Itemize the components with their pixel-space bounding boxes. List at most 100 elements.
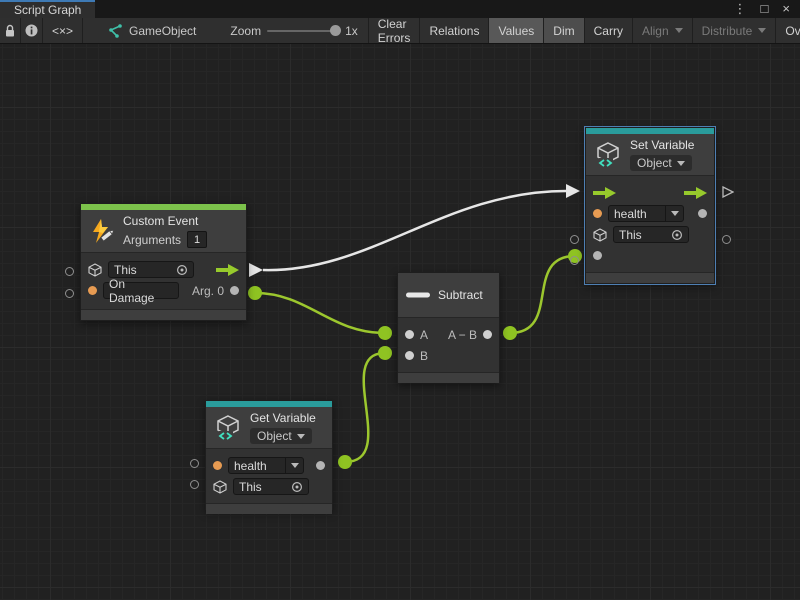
zoom-label: Zoom bbox=[230, 24, 261, 38]
cube-icon bbox=[213, 480, 227, 494]
node-footer bbox=[81, 309, 246, 320]
flow-output-port[interactable] bbox=[216, 264, 239, 276]
node-title: Custom Event bbox=[123, 214, 207, 228]
lock-icon bbox=[4, 24, 16, 38]
wire-endpoint bbox=[338, 455, 352, 469]
outer-port[interactable] bbox=[190, 480, 199, 489]
wire-endpoint bbox=[248, 286, 262, 300]
node-subtract[interactable]: Subtract A A − B B bbox=[397, 272, 500, 383]
outer-port[interactable] bbox=[722, 235, 731, 244]
zoom-slider-knob[interactable] bbox=[330, 25, 341, 36]
zoom-value: 1x bbox=[345, 24, 358, 38]
variable-dropdown[interactable]: health bbox=[608, 205, 684, 222]
value-output-port[interactable] bbox=[316, 461, 325, 470]
arguments-input[interactable]: 1 bbox=[187, 231, 207, 248]
variable-cube-icon bbox=[594, 141, 622, 169]
custom-event-icon bbox=[89, 218, 115, 244]
dim-button[interactable]: Dim bbox=[543, 18, 583, 43]
caret-down-icon bbox=[675, 28, 683, 33]
carry-button[interactable]: Carry bbox=[584, 18, 632, 43]
node-title: Subtract bbox=[438, 288, 483, 302]
align-button[interactable]: Align bbox=[632, 18, 692, 43]
scope-dropdown[interactable]: Object bbox=[630, 155, 692, 171]
wire-arg0-to-subtract-a[interactable] bbox=[255, 293, 385, 333]
wire-start-arrow-icon bbox=[249, 263, 263, 277]
node-custom-event[interactable]: Custom Event Arguments 1 This bbox=[80, 203, 247, 321]
outer-port[interactable] bbox=[570, 235, 579, 244]
inspect-button[interactable] bbox=[21, 18, 43, 43]
variable-name-port[interactable] bbox=[593, 209, 602, 218]
code-view-icon: <×> bbox=[52, 24, 73, 38]
outer-port[interactable] bbox=[570, 256, 579, 265]
lock-button[interactable] bbox=[0, 18, 21, 43]
arg0-output-port[interactable] bbox=[230, 286, 239, 295]
maximize-icon[interactable]: □ bbox=[761, 0, 769, 18]
gameobject-label: GameObject bbox=[129, 24, 196, 38]
input-a-port[interactable] bbox=[405, 330, 414, 339]
target-field[interactable]: This bbox=[613, 226, 689, 243]
caret-down-icon bbox=[758, 28, 766, 33]
arguments-label: Arguments bbox=[123, 233, 181, 247]
code-view-button[interactable]: <×> bbox=[43, 18, 83, 43]
input-a-label: A bbox=[420, 328, 428, 342]
event-port[interactable] bbox=[88, 286, 97, 295]
toolbar-buttons: Clear Errors Relations Values Dim Carry … bbox=[368, 18, 800, 43]
zoom-slider[interactable] bbox=[267, 30, 339, 32]
caret-down-icon bbox=[291, 463, 299, 468]
graph-toolbar: <×> GameObject Zoom 1x Clear Errors Rela… bbox=[0, 18, 800, 44]
close-icon[interactable]: × bbox=[782, 0, 790, 18]
script-graph-window: Script Graph ⋮ □ × <×> bbox=[0, 0, 800, 600]
node-title: Get Variable bbox=[250, 411, 316, 425]
scope-dropdown[interactable]: Object bbox=[250, 428, 312, 444]
node-set-variable[interactable]: Set Variable Object bbox=[585, 127, 715, 284]
node-footer bbox=[398, 372, 499, 383]
overview-button[interactable]: Overv bbox=[775, 18, 800, 43]
flow-output-port[interactable] bbox=[684, 187, 707, 199]
target-picker-icon[interactable] bbox=[291, 481, 303, 493]
caret-down-icon bbox=[677, 161, 685, 166]
wire-endpoint bbox=[378, 326, 392, 340]
wire-endpoint bbox=[378, 346, 392, 360]
new-value-input-port[interactable] bbox=[593, 251, 602, 260]
target-picker-icon[interactable] bbox=[671, 229, 683, 241]
cube-icon bbox=[88, 263, 102, 277]
input-b-port[interactable] bbox=[405, 351, 414, 360]
outer-port[interactable] bbox=[65, 289, 74, 298]
wire-endpoint bbox=[503, 326, 517, 340]
graph-icon bbox=[107, 24, 123, 38]
outer-flow-port[interactable] bbox=[722, 186, 734, 198]
node-title: Set Variable bbox=[630, 138, 694, 152]
wire-flow-customevent-to-setvariable[interactable] bbox=[263, 191, 566, 270]
node-footer bbox=[586, 272, 714, 283]
tab-label: Script Graph bbox=[14, 3, 81, 17]
wire-end-arrow-icon bbox=[566, 184, 580, 198]
graph-canvas[interactable]: Custom Event Arguments 1 This bbox=[0, 44, 800, 600]
caret-down-icon bbox=[671, 211, 679, 216]
outer-port[interactable] bbox=[65, 267, 74, 276]
relations-button[interactable]: Relations bbox=[419, 18, 488, 43]
variable-dropdown[interactable]: health bbox=[228, 457, 304, 474]
target-field[interactable]: This bbox=[108, 261, 194, 278]
target-field[interactable]: This bbox=[233, 478, 309, 495]
window-controls: ⋮ □ × bbox=[734, 0, 800, 18]
output-port[interactable] bbox=[483, 330, 492, 339]
minus-icon bbox=[406, 291, 430, 299]
clear-errors-button[interactable]: Clear Errors bbox=[368, 18, 420, 43]
output-label: A − B bbox=[448, 328, 477, 342]
cube-icon bbox=[593, 228, 607, 242]
distribute-button[interactable]: Distribute bbox=[692, 18, 776, 43]
node-footer bbox=[206, 503, 332, 514]
menu-icon[interactable]: ⋮ bbox=[734, 0, 747, 18]
node-get-variable[interactable]: Get Variable Object health bbox=[205, 400, 333, 510]
value-output-port[interactable] bbox=[698, 209, 707, 218]
flow-input-port[interactable] bbox=[593, 187, 616, 199]
wire-subtract-to-setvariable[interactable] bbox=[510, 256, 575, 333]
outer-port[interactable] bbox=[190, 459, 199, 468]
tab-script-graph[interactable]: Script Graph bbox=[0, 0, 95, 18]
values-button[interactable]: Values bbox=[488, 18, 543, 43]
tab-bar: Script Graph ⋮ □ × bbox=[0, 0, 800, 18]
wire-getvariable-to-subtract-b[interactable] bbox=[345, 353, 385, 462]
event-name-field[interactable]: On Damage bbox=[103, 282, 179, 299]
variable-name-port[interactable] bbox=[213, 461, 222, 470]
target-picker-icon[interactable] bbox=[176, 264, 188, 276]
